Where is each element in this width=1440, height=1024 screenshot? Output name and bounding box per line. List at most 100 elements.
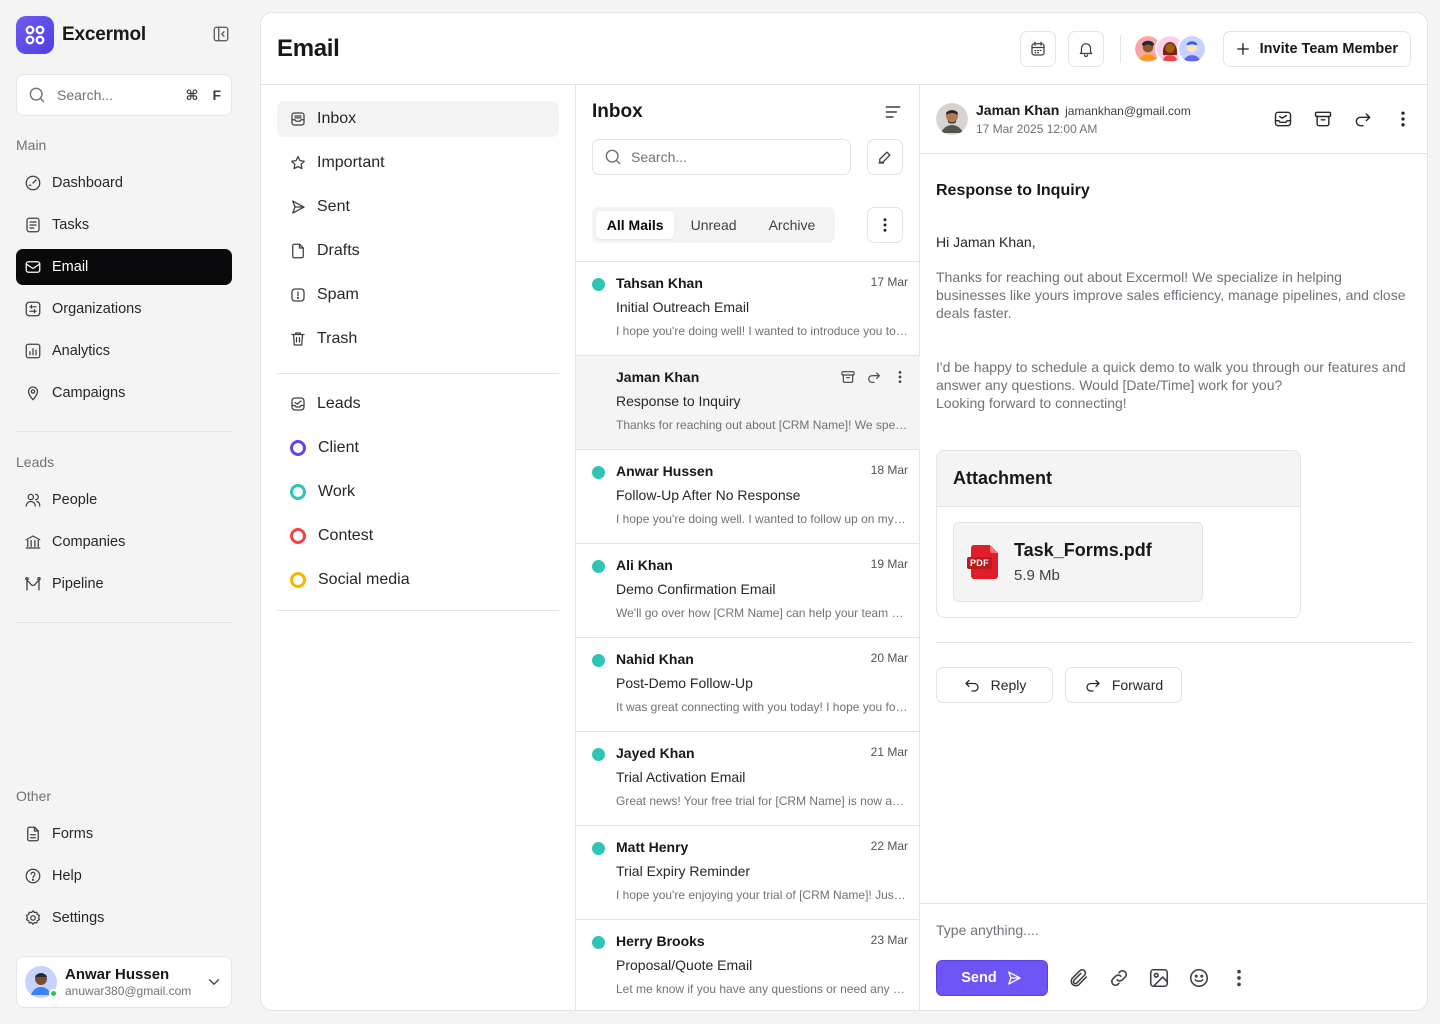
filter-sort-icon[interactable] <box>883 102 903 122</box>
forward-icon <box>1086 679 1100 692</box>
folder-label: Drafts <box>317 242 360 259</box>
mail-paragraph: I'd be happy to schedule a quick demo to… <box>936 359 1406 393</box>
collapse-sidebar-icon[interactable] <box>212 25 230 43</box>
folder-label: Trash <box>317 330 358 347</box>
folder-sent[interactable]: Sent <box>277 189 559 225</box>
unread-dot <box>592 278 605 291</box>
folder-divider <box>277 373 559 374</box>
team-avatars[interactable] <box>1132 33 1207 64</box>
mail-list-item[interactable]: Nahid Khan 20 Mar Post-Demo Follow-Up It … <box>576 638 920 732</box>
sidebar-item-analytics[interactable]: Analytics <box>16 333 232 369</box>
main-nav: Dashboard Tasks Email Organizations Anal… <box>16 165 232 417</box>
label-client[interactable]: Client <box>277 430 559 466</box>
list-more-button[interactable] <box>867 207 903 243</box>
label-work[interactable]: Work <box>277 474 559 510</box>
send-button[interactable]: Send <box>936 960 1048 996</box>
mail-paragraph: Thanks for reaching out about Excermol! … <box>936 269 1406 321</box>
label-social-media[interactable]: Social media <box>277 562 559 598</box>
sidebar-item-label: Companies <box>52 534 126 550</box>
reply-label: Reply <box>990 677 1027 693</box>
mail-list-item-selected[interactable]: Jaman Khan Response to Inquiry Thanks fo… <box>576 356 920 450</box>
more-vertical-icon[interactable] <box>1393 109 1413 129</box>
avatar <box>25 966 58 998</box>
mail-sender: Matt Henry <box>616 839 689 855</box>
notifications-button[interactable] <box>1067 30 1104 67</box>
mail-datetime: 17 Mar 2025 12:00 AM <box>976 122 1098 136</box>
pdf-file-icon: PDF <box>967 544 1000 580</box>
mail-search-input[interactable]: Search... <box>592 139 851 175</box>
compose-input[interactable]: Type anything.... <box>936 922 1413 938</box>
mail-subject: Response to Inquiry <box>616 393 741 409</box>
sidebar-item-tasks[interactable]: Tasks <box>16 207 232 243</box>
forward-button[interactable]: Forward <box>1065 667 1182 703</box>
folder-important[interactable]: Important <box>277 145 559 181</box>
sidebar-item-campaigns[interactable]: Campaigns <box>16 375 232 411</box>
search-icon <box>605 149 621 165</box>
forward-icon[interactable] <box>866 369 882 385</box>
map-pin-icon <box>27 386 39 401</box>
link-icon[interactable] <box>1108 967 1130 989</box>
sidebar-item-email[interactable]: Email <box>16 249 232 285</box>
sidebar-item-label: Help <box>52 868 82 884</box>
invite-team-member-button[interactable]: Invite Team Member <box>1222 30 1411 67</box>
sidebar-search-input[interactable]: Search... ⌘ F <box>16 74 232 116</box>
archive-icon[interactable] <box>1313 109 1333 129</box>
mail-date: 19 Mar <box>870 557 908 571</box>
forward-icon[interactable] <box>1353 109 1373 129</box>
mail-list-item[interactable]: Herry Brooks 23 Mar Proposal/Quote Email … <box>576 920 920 1010</box>
reply-button[interactable]: Reply <box>936 667 1053 703</box>
sidebar-item-companies[interactable]: Companies <box>16 524 232 560</box>
mail-list-item[interactable]: Tahsan Khan 17 Mar Initial Outreach Email… <box>576 262 920 356</box>
emoji-icon[interactable] <box>1188 967 1210 989</box>
sidebar-item-pipeline[interactable]: Pipeline <box>16 566 232 602</box>
sidebar-item-label: Pipeline <box>52 576 104 592</box>
send-icon <box>292 200 305 214</box>
sidebar-item-settings[interactable]: Settings <box>16 900 232 936</box>
mail-preview: Let me know if you have any questions or… <box>616 982 908 996</box>
tab-archive[interactable]: Archive <box>753 211 831 239</box>
avatar <box>936 103 968 135</box>
tab-unread[interactable]: Unread <box>674 211 752 239</box>
attachment-file-name: Task_Forms.pdf <box>1014 540 1152 560</box>
mail-subject: Proposal/Quote Email <box>616 957 753 973</box>
star-icon <box>291 155 305 170</box>
image-icon[interactable] <box>1148 967 1170 989</box>
mail-list-item[interactable]: Matt Henry 22 Mar Trial Expiry Reminder I… <box>576 826 920 920</box>
mail-list-item[interactable]: Ali Khan 19 Mar Demo Confirmation Email W… <box>576 544 920 638</box>
label-contest[interactable]: Contest <box>277 518 559 554</box>
mark-read-icon[interactable] <box>1273 109 1293 129</box>
more-vertical-icon[interactable] <box>1228 967 1250 989</box>
user-profile-menu[interactable]: Anwar Hussen anuwar380@gmail.com <box>16 956 232 1008</box>
sidebar-item-label: Campaigns <box>52 385 126 401</box>
mail-list-item[interactable]: Jayed Khan 21 Mar Trial Activation Email … <box>576 732 920 826</box>
folder-spam[interactable]: Spam <box>277 277 559 313</box>
more-vertical-icon[interactable] <box>892 369 908 385</box>
mail-subject: Demo Confirmation Email <box>616 581 776 597</box>
brand: Excermol <box>16 16 232 54</box>
compose-button[interactable] <box>867 139 903 175</box>
leads-nav: People Companies Pipeline <box>16 482 232 608</box>
folder-leads[interactable]: Leads <box>277 386 559 422</box>
attachment-file[interactable]: PDF Task_Forms.pdf 5.9 Mb <box>953 522 1203 602</box>
sidebar-item-dashboard[interactable]: Dashboard <box>16 165 232 201</box>
mail-list-item[interactable]: Anwar Hussen 18 Mar Follow-Up After No Re… <box>576 450 920 544</box>
sidebar-item-organizations[interactable]: Organizations <box>16 291 232 327</box>
calendar-button[interactable] <box>1019 30 1056 67</box>
folder-drafts[interactable]: Drafts <box>277 233 559 269</box>
paperclip-icon[interactable] <box>1068 967 1090 989</box>
calendar-icon <box>1031 41 1045 56</box>
folder-trash[interactable]: Trash <box>277 321 559 357</box>
folder-label: Client <box>318 439 359 456</box>
mail-date: 18 Mar <box>870 463 908 477</box>
tab-all-mails[interactable]: All Mails <box>596 211 675 239</box>
folder-inbox[interactable]: Inbox <box>277 101 559 137</box>
sidebar-item-people[interactable]: People <box>16 482 232 518</box>
label-color-dot <box>290 528 306 544</box>
trash-icon <box>291 332 305 346</box>
sidebar-item-forms[interactable]: Forms <box>16 816 232 852</box>
sidebar-item-help[interactable]: Help <box>16 858 232 894</box>
label-color-dot <box>290 440 306 456</box>
unread-dot <box>592 654 605 667</box>
archive-icon[interactable] <box>840 369 856 385</box>
user-email: anuwar380@gmail.com <box>65 984 192 998</box>
